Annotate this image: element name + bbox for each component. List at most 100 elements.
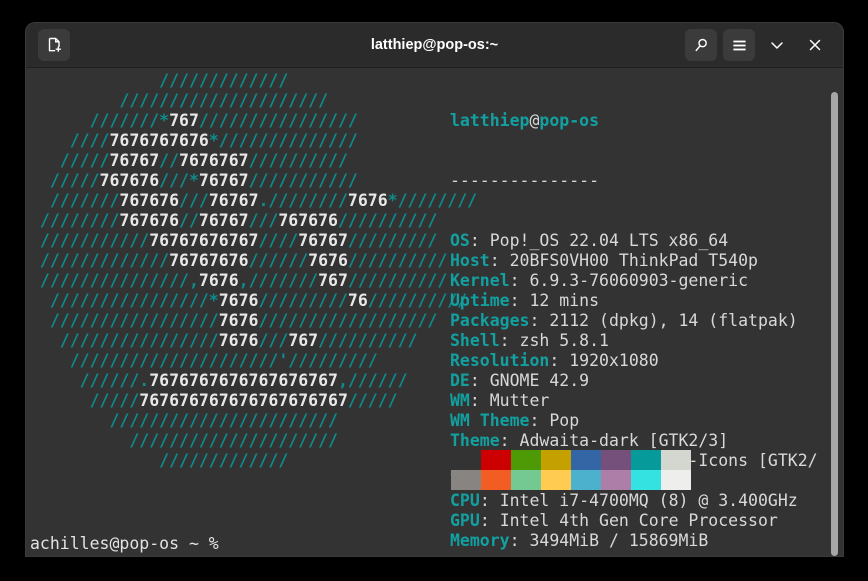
neofetch-field: Shell: zsh 5.8.1	[450, 331, 818, 351]
neofetch-field-key: WM	[450, 391, 470, 410]
palette-swatch	[481, 450, 511, 470]
terminal-window: latthiep@pop-os:~ ///////////// ////////…	[26, 23, 843, 556]
neofetch-field-value: zsh 5.8.1	[519, 331, 609, 350]
neofetch-field-key: OS	[450, 231, 470, 250]
neofetch-field-value: Intel 4th Gen Core Processor	[499, 511, 778, 530]
ascii-art-line: /////////////76767676//////7676/////////…	[30, 251, 448, 270]
neofetch-field-separator: :	[509, 291, 530, 310]
ascii-art-line: /////76767//7676767//////////	[30, 151, 348, 170]
ascii-art-logo: ///////////// ///////////////////// ////…	[30, 71, 477, 471]
palette-swatch	[661, 470, 691, 490]
neofetch-at-symbol: @	[529, 111, 540, 130]
neofetch-field-separator: :	[529, 411, 550, 430]
titlebar-right-group	[685, 29, 831, 61]
palette-swatch	[571, 470, 601, 490]
neofetch-field-value: Pop!_OS 22.04 LTS x86_64	[489, 231, 729, 250]
palette-swatch	[541, 470, 571, 490]
terminal-body[interactable]: ///////////// ///////////////////// ////…	[26, 68, 843, 556]
minimize-button[interactable]	[761, 29, 793, 61]
chevron-down-icon	[768, 36, 786, 54]
neofetch-field: GPU: Intel 4th Gen Core Processor	[450, 511, 818, 531]
neofetch-hostname: pop-os	[539, 111, 600, 130]
palette-swatch	[481, 470, 511, 490]
ascii-art-line: ///////////////////////	[30, 411, 338, 430]
palette-swatch	[661, 450, 691, 470]
neofetch-field: Memory: 3494MiB / 15869MiB	[450, 531, 818, 551]
scrollbar-thumb[interactable]	[831, 92, 838, 556]
neofetch-field-value: 1920x1080	[569, 351, 659, 370]
scrollbar[interactable]	[829, 68, 841, 556]
neofetch-field-key: Packages	[450, 311, 530, 330]
neofetch-field: Resolution: 1920x1080	[450, 351, 818, 371]
new-tab-button[interactable]	[38, 29, 70, 61]
neofetch-field: Uptime: 12 mins	[450, 291, 818, 311]
neofetch-field-key: Theme	[450, 431, 500, 450]
neofetch-field: WM Theme: Pop	[450, 411, 818, 431]
ascii-art-line: ////////////////7676///767//////////	[30, 331, 418, 350]
search-icon	[693, 37, 710, 54]
ascii-art-line: ///////767676///76767.////////7676*/////…	[30, 191, 478, 210]
neofetch-field-key: Memory	[450, 531, 510, 550]
neofetch-field-list: OS: Pop!_OS 22.04 LTS x86_64 Host: 20BFS0…	[450, 231, 818, 551]
neofetch-field: Theme: Adwaita-dark [GTK2/3]	[450, 431, 818, 451]
neofetch-field-separator: :	[479, 511, 500, 530]
hamburger-menu-icon	[731, 37, 748, 54]
neofetch-field: OS: Pop!_OS 22.04 LTS x86_64	[450, 231, 818, 251]
neofetch-field: Packages: 2112 (dpkg), 14 (flatpak)	[450, 311, 818, 331]
neofetch-field-key: Kernel	[450, 271, 510, 290]
neofetch-field: Host: 20BFS0VH00 ThinkPad T540p	[450, 251, 818, 271]
ascii-art-line: /////////////	[30, 451, 289, 470]
neofetch-field-key: Shell	[450, 331, 500, 350]
neofetch-field-separator: :	[469, 371, 490, 390]
neofetch-field-separator: :	[479, 491, 500, 510]
neofetch-field: DE: GNOME 42.9	[450, 371, 818, 391]
neofetch-user-host-line: latthiep@pop-os	[450, 111, 818, 131]
palette-swatch	[601, 470, 631, 490]
menu-button[interactable]	[723, 29, 755, 61]
ascii-art-line: /////////////	[30, 71, 289, 90]
neofetch-field-value: Intel i7-4700MQ (8) @ 3.400GHz	[499, 491, 798, 510]
ascii-art-line: /////////////////////	[30, 91, 329, 110]
palette-row	[451, 450, 691, 470]
neofetch-field-separator: :	[469, 391, 490, 410]
neofetch-field-value: 12 mins	[529, 291, 600, 310]
neofetch-field-separator: :	[509, 271, 530, 290]
palette-swatch	[511, 470, 541, 490]
neofetch-divider: ---------------	[450, 171, 600, 190]
neofetch-field-separator: :	[499, 331, 520, 350]
titlebar: latthiep@pop-os:~	[26, 23, 843, 68]
ascii-art-line: ////7676767676*//////////////	[30, 131, 358, 150]
ascii-art-line: ///////*767////////////////	[30, 111, 358, 130]
palette-swatch	[631, 450, 661, 470]
ascii-art-line: ///////////////,7676,///////767/////////…	[30, 271, 448, 290]
neofetch-field-value: Mutter	[489, 391, 550, 410]
palette-swatch	[511, 450, 541, 470]
neofetch-field-separator: :	[549, 351, 570, 370]
neofetch-field-separator: :	[489, 251, 510, 270]
terminal-content: ///////////// ///////////////////// ////…	[30, 68, 843, 556]
titlebar-left-group	[38, 29, 70, 61]
ascii-art-line: ///////////76767676767////76767/////////	[30, 231, 438, 250]
neofetch-field-key: WM Theme	[450, 411, 530, 430]
close-icon	[806, 36, 824, 54]
neofetch-field-value: 20BFS0VH00 ThinkPad T540p	[509, 251, 758, 270]
ascii-art-line: /////////////////7676//////////////////	[30, 311, 438, 330]
neofetch-field-separator: :	[499, 431, 520, 450]
search-button[interactable]	[685, 29, 717, 61]
neofetch-field-value: Pop	[549, 411, 580, 430]
neofetch-username: latthiep	[450, 111, 530, 130]
close-button[interactable]	[799, 29, 831, 61]
palette-swatch	[451, 470, 481, 490]
neofetch-field-separator: :	[529, 311, 550, 330]
neofetch-field-key: Resolution	[450, 351, 550, 370]
palette-swatch	[601, 450, 631, 470]
neofetch-field-key: Uptime	[450, 291, 510, 310]
neofetch-field: WM: Mutter	[450, 391, 818, 411]
ascii-art-line: ////////767676//76767///767676//////////	[30, 211, 438, 230]
palette-swatch	[541, 450, 571, 470]
neofetch-field-key: Host	[450, 251, 490, 270]
neofetch-field-value: 3494MiB / 15869MiB	[529, 531, 709, 550]
shell-prompt[interactable]: achilles@pop-os ~ %	[30, 534, 219, 554]
palette-swatch	[631, 470, 661, 490]
ascii-art-line: /////767676///*76767///////////	[30, 171, 358, 190]
